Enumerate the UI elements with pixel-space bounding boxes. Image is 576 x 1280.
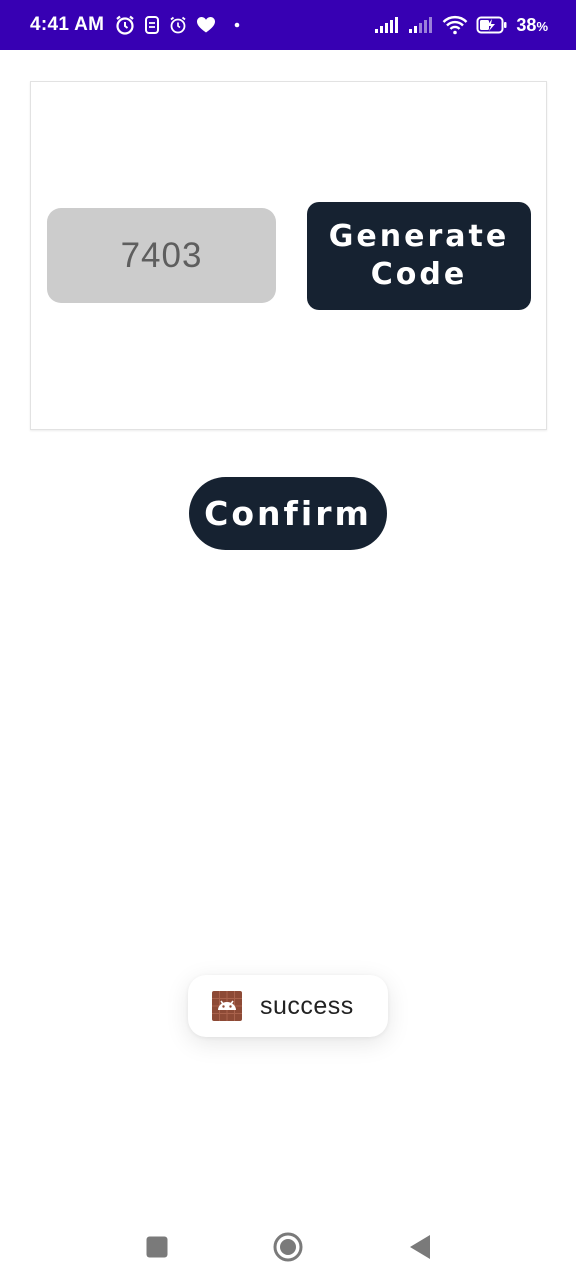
status-bar-left: 4:41 AM	[30, 14, 240, 36]
recents-icon[interactable]	[140, 1230, 174, 1264]
back-icon[interactable]	[402, 1230, 436, 1264]
android-icon	[212, 991, 242, 1021]
sim-icon	[144, 15, 160, 35]
code-display: 7403	[47, 208, 276, 303]
wifi-icon	[442, 15, 468, 35]
alarm-clock-icon	[168, 15, 188, 35]
heart-icon	[196, 16, 216, 34]
signal-icon	[408, 16, 434, 34]
alarm-icon	[114, 14, 136, 36]
generate-code-button[interactable]: Generate Code	[307, 202, 531, 310]
status-bar: 4:41 AM 38%	[0, 0, 576, 50]
signal-icon	[374, 16, 400, 34]
status-time: 4:41 AM	[30, 14, 105, 35]
app-screen: 4:41 AM 38% 7403 Generate Code Confirm s…	[0, 0, 576, 1280]
code-card: 7403 Generate Code	[30, 81, 547, 430]
navigation-bar	[0, 1210, 576, 1280]
confirm-button[interactable]: Confirm	[189, 477, 387, 550]
dot-icon	[234, 22, 240, 28]
toast-text: success	[260, 991, 354, 1020]
status-bar-right: 38%	[374, 15, 548, 36]
battery-percent: 38%	[516, 14, 548, 35]
home-icon[interactable]	[271, 1230, 305, 1264]
battery-charging-icon	[476, 15, 508, 35]
toast-message: success	[188, 975, 388, 1037]
